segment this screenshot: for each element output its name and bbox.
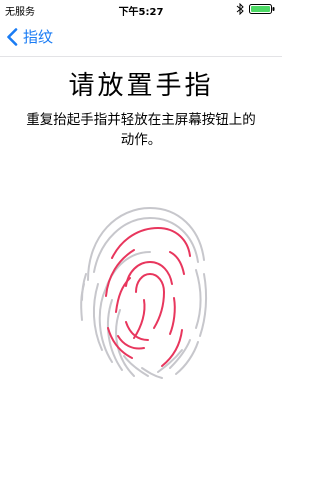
instruction-text: 重复抬起手指并轻放在主屏幕按钮上的动作。: [26, 112, 256, 148]
back-button[interactable]: 指纹: [6, 26, 53, 48]
fingerprint-icon: [80, 206, 208, 379]
status-bar: 无服务 下午5:27: [0, 0, 282, 18]
chevron-left-icon: [7, 28, 18, 46]
back-label: 指纹: [23, 28, 54, 46]
bluetooth-icon: [236, 3, 244, 15]
page-title: 请放置手指: [68, 71, 214, 101]
screen: 无服务 下午5:27 指纹 请放置手指 重复抬起手指并轻放在主屏幕按钮上的动作。: [0, 0, 282, 500]
battery-icon: [249, 4, 275, 14]
nav-bar: 指纹: [0, 18, 282, 57]
